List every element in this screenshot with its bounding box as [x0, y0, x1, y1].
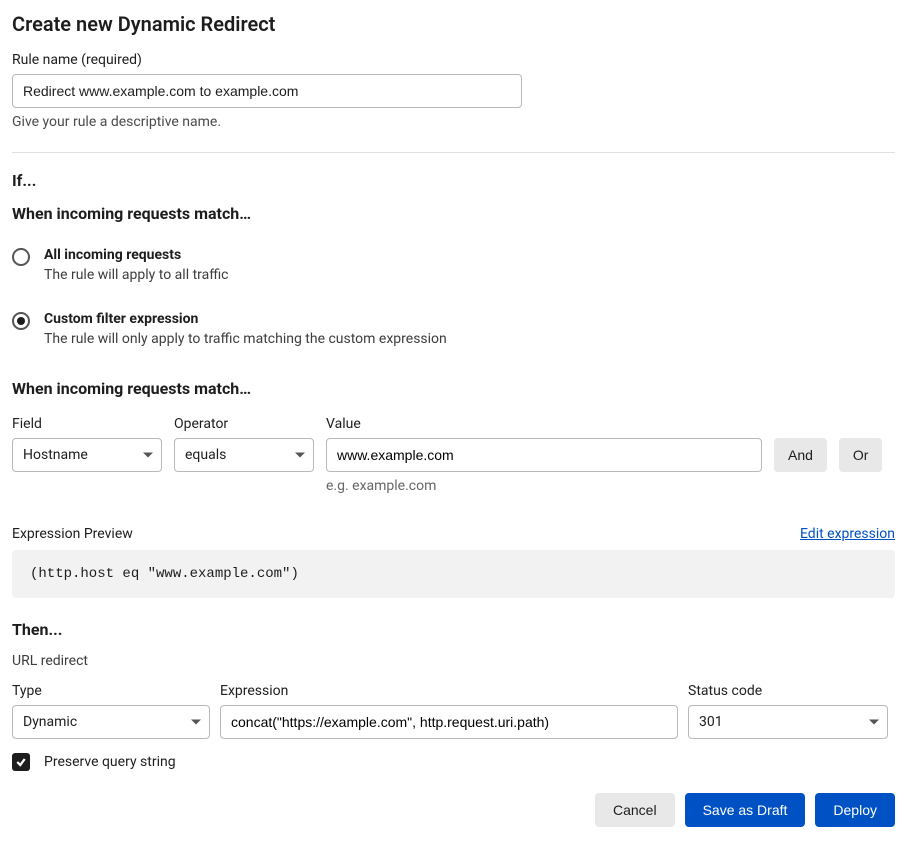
value-label: Value [326, 416, 762, 432]
chevron-down-icon [869, 720, 879, 725]
chevron-down-icon [191, 720, 201, 725]
if-heading: If... [12, 171, 895, 190]
preserve-query-checkbox[interactable] [12, 753, 30, 771]
rule-name-input[interactable] [12, 74, 522, 108]
operator-select[interactable]: equals [174, 438, 314, 472]
rule-name-label: Rule name (required) [12, 52, 895, 68]
operator-label: Operator [174, 416, 314, 432]
type-select-value: Dynamic [23, 714, 77, 730]
match-heading: When incoming requests match… [12, 204, 895, 223]
radio-all-requests[interactable] [12, 248, 30, 266]
page-title: Create new Dynamic Redirect [12, 12, 895, 36]
and-button[interactable]: And [774, 438, 827, 472]
radio-all-title: All incoming requests [44, 247, 229, 263]
or-button[interactable]: Or [839, 438, 883, 472]
chevron-down-icon [143, 453, 153, 458]
type-label: Type [12, 683, 210, 699]
radio-custom-desc: The rule will only apply to traffic matc… [44, 331, 447, 347]
divider [12, 152, 895, 153]
match-heading-2: When incoming requests match… [12, 379, 895, 398]
expression-input[interactable] [220, 705, 678, 739]
radio-all-desc: The rule will apply to all traffic [44, 267, 229, 283]
check-icon [15, 756, 27, 768]
status-code-label: Status code [688, 683, 888, 699]
deploy-button[interactable]: Deploy [815, 793, 895, 827]
status-code-value: 301 [699, 714, 723, 730]
then-heading: Then... [12, 620, 895, 639]
value-example: e.g. example.com [326, 478, 762, 494]
url-redirect-label: URL redirect [12, 653, 895, 669]
rule-name-helper: Give your rule a descriptive name. [12, 114, 895, 130]
save-draft-button[interactable]: Save as Draft [685, 793, 806, 827]
operator-select-value: equals [185, 447, 226, 463]
expression-label: Expression [220, 683, 678, 699]
expression-preview-label: Expression Preview [12, 526, 133, 542]
type-select[interactable]: Dynamic [12, 705, 210, 739]
field-select-value: Hostname [23, 447, 88, 463]
field-label: Field [12, 416, 162, 432]
value-input[interactable] [326, 438, 762, 472]
edit-expression-link[interactable]: Edit expression [800, 526, 895, 542]
radio-custom-expression[interactable] [12, 312, 30, 330]
radio-custom-title: Custom filter expression [44, 311, 447, 327]
preserve-query-label: Preserve query string [44, 754, 176, 770]
expression-preview: (http.host eq "www.example.com") [12, 550, 895, 598]
chevron-down-icon [295, 453, 305, 458]
field-select[interactable]: Hostname [12, 438, 162, 472]
status-code-select[interactable]: 301 [688, 705, 888, 739]
cancel-button[interactable]: Cancel [595, 793, 675, 827]
